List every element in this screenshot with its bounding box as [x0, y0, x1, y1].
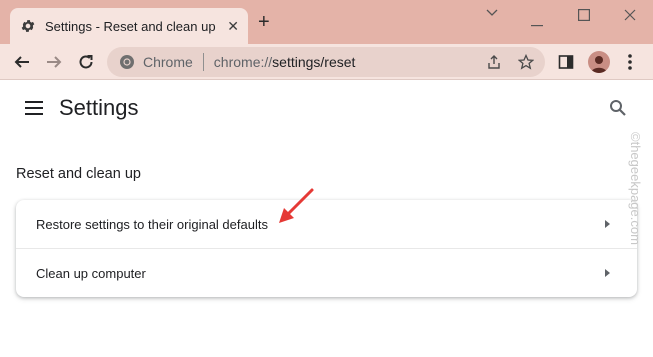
new-tab-button[interactable]: +	[258, 12, 270, 32]
browser-toolbar: Chrome chrome:// settings/reset	[0, 44, 653, 80]
hamburger-menu-icon[interactable]	[25, 101, 43, 115]
back-button[interactable]	[11, 51, 33, 73]
tab-settings[interactable]: Settings - Reset and clean up ✕	[10, 8, 248, 44]
close-window-button[interactable]	[624, 8, 636, 28]
reset-options-card: Restore settings to their original defau…	[16, 200, 637, 297]
minimize-window-button[interactable]	[531, 14, 543, 34]
share-icon[interactable]	[486, 54, 502, 70]
chrome-logo-icon	[120, 55, 134, 69]
chevron-right-icon	[605, 220, 610, 228]
close-icon	[624, 9, 636, 21]
profile-avatar[interactable]	[588, 51, 610, 73]
back-arrow-icon	[14, 56, 29, 68]
settings-header: Settings	[0, 80, 653, 138]
reload-icon	[79, 55, 93, 69]
watermark-text: ©thegeekpage.com	[628, 132, 643, 245]
restore-defaults-row[interactable]: Restore settings to their original defau…	[16, 200, 637, 248]
forward-button[interactable]	[43, 51, 65, 73]
minimize-button[interactable]	[485, 6, 499, 26]
bookmark-star-icon[interactable]	[518, 54, 534, 70]
page-title: Settings	[59, 95, 139, 120]
gear-icon	[21, 20, 35, 32]
side-panel-icon[interactable]	[558, 54, 574, 70]
address-bar[interactable]: Chrome chrome:// settings/reset	[107, 47, 545, 77]
url-scheme: chrome://	[213, 54, 273, 70]
chevron-down-icon	[486, 9, 498, 16]
watermark: ©thegeekpage.com	[627, 132, 647, 282]
row-label: Clean up computer	[36, 265, 146, 281]
url-path: settings/reset	[272, 54, 356, 70]
more-menu-icon[interactable]	[627, 53, 633, 71]
tab-title: Settings - Reset and clean up	[45, 18, 216, 34]
chevron-right-icon	[605, 269, 610, 277]
title-bar: Settings - Reset and clean up ✕ +	[0, 0, 653, 44]
reload-button[interactable]	[75, 51, 97, 73]
row-label: Restore settings to their original defau…	[36, 216, 268, 232]
site-chip: Chrome	[143, 54, 193, 70]
minimize-icon	[531, 25, 543, 27]
clean-up-computer-row[interactable]: Clean up computer	[16, 249, 637, 297]
forward-arrow-icon	[47, 56, 62, 68]
tab-close-icon[interactable]: ✕	[227, 18, 239, 35]
maximize-icon	[578, 9, 591, 22]
search-icon[interactable]	[609, 99, 627, 117]
maximize-button[interactable]	[578, 8, 591, 28]
person-icon	[591, 56, 607, 73]
section-title: Reset and clean up	[16, 166, 141, 182]
omnibox-divider	[202, 53, 204, 71]
annotation-arrow-icon	[279, 188, 314, 223]
